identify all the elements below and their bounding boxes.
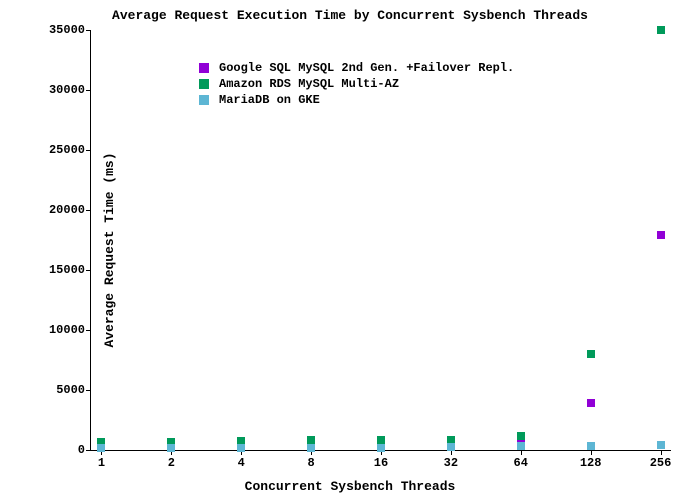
xtick-label: 2 (168, 450, 175, 470)
data-point (97, 444, 105, 452)
x-axis-label: Concurrent Sysbench Threads (0, 479, 700, 494)
xtick-label: 128 (580, 450, 602, 470)
legend: Google SQL MySQL 2nd Gen. +Failover Repl… (199, 60, 514, 108)
data-point (587, 350, 595, 358)
ytick-label: 0 (78, 443, 91, 457)
legend-swatch (199, 63, 209, 73)
chart-title: Average Request Execution Time by Concur… (0, 8, 700, 23)
xtick-label: 32 (444, 450, 458, 470)
chart-container: Average Request Execution Time by Concur… (0, 0, 700, 500)
xtick-label: 8 (308, 450, 315, 470)
data-point (587, 399, 595, 407)
xtick-label: 1 (98, 450, 105, 470)
legend-label: Amazon RDS MySQL Multi-AZ (219, 77, 399, 91)
ytick-label: 20000 (49, 203, 91, 217)
xtick-label: 64 (514, 450, 528, 470)
legend-item: Google SQL MySQL 2nd Gen. +Failover Repl… (199, 60, 514, 76)
data-point (517, 442, 525, 450)
legend-label: Google SQL MySQL 2nd Gen. +Failover Repl… (219, 61, 514, 75)
legend-label: MariaDB on GKE (219, 93, 320, 107)
ytick-label: 30000 (49, 83, 91, 97)
ytick-label: 10000 (49, 323, 91, 337)
data-point (657, 26, 665, 34)
data-point (587, 442, 595, 450)
xtick-label: 4 (238, 450, 245, 470)
legend-item: Amazon RDS MySQL Multi-AZ (199, 76, 514, 92)
data-point (517, 432, 525, 440)
legend-item: MariaDB on GKE (199, 92, 514, 108)
data-point (307, 444, 315, 452)
data-point (657, 441, 665, 449)
data-point (377, 444, 385, 452)
xtick-label: 16 (374, 450, 388, 470)
plot-area: Google SQL MySQL 2nd Gen. +Failover Repl… (90, 30, 671, 451)
legend-swatch (199, 95, 209, 105)
legend-swatch (199, 79, 209, 89)
xtick-label: 256 (650, 450, 672, 470)
ytick-label: 5000 (56, 383, 91, 397)
ytick-label: 25000 (49, 143, 91, 157)
data-point (447, 443, 455, 451)
data-point (237, 444, 245, 452)
data-point (167, 444, 175, 452)
data-point (657, 231, 665, 239)
ytick-label: 15000 (49, 263, 91, 277)
ytick-label: 35000 (49, 23, 91, 37)
